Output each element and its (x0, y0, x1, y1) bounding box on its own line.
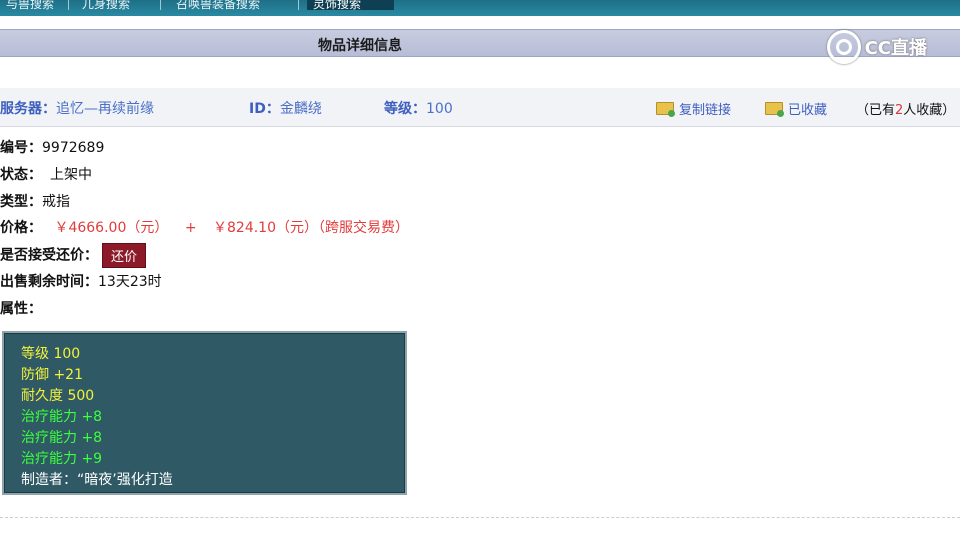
status-value: 上架中 (50, 167, 92, 183)
logo-text: CC直播 (864, 38, 927, 59)
attribute-line-defense: 防御 +21 (21, 367, 83, 383)
tab-pet-search[interactable]: 与兽搜索 (0, 0, 60, 10)
tab-divider (298, 0, 299, 10)
bargain-button[interactable]: 还价 (102, 243, 147, 268)
bargain-field: 是否接受还价： 还价 (0, 243, 147, 268)
item-summary-row: 服务器：追忆—再续前缘 ID：金麟绕 等级：100 复制链接 已收藏 （已有2人… (0, 88, 960, 127)
price-value: ￥4666.00（元） (54, 220, 169, 236)
page-title: 物品详细信息 (318, 38, 402, 54)
attribute-line-maker: 制造者：“暗夜’强化打造 (21, 472, 173, 488)
remaining-time-value: 13天23时 (98, 274, 162, 290)
bargain-label: 是否接受还价： (0, 247, 98, 264)
server-label: 服务器： (0, 101, 56, 117)
tab-accessory-search[interactable]: 灵饰搜索 (307, 0, 394, 10)
section-title-bar: 物品详细信息 (0, 29, 960, 57)
tab-divider (160, 0, 161, 10)
copy-link-button[interactable]: 复制链接 (656, 99, 731, 118)
type-label: 类型： (0, 194, 42, 210)
attribute-line-durability: 耐久度 500 (21, 388, 95, 404)
remaining-time-label: 出售剩余时间： (0, 274, 98, 290)
attribute-line-healing-1: 治疗能力 +8 (21, 409, 103, 425)
id-label: ID： (249, 101, 280, 117)
attribute-line-level: 等级 100 (21, 346, 81, 362)
tab-divider (68, 0, 69, 10)
cross-server-fee: ￥824.10（元）（跨服交易费） (213, 220, 409, 236)
copy-link-icon (656, 102, 675, 117)
item-number-label: 编号： (0, 140, 42, 156)
bottom-divider (0, 517, 960, 518)
attributes-label: 属性： (0, 301, 42, 317)
collect-count-suffix: 人收藏） (903, 103, 956, 118)
attribute-line-healing-2: 治疗能力 +8 (21, 430, 103, 446)
favorite-label: 已收藏 (788, 103, 828, 118)
tab-summon-equipment-search[interactable]: 召唤兽装备搜索 (170, 0, 266, 10)
copy-link-label: 复制链接 (679, 103, 732, 118)
attributes-field: 属性： (0, 298, 42, 318)
favorite-icon (765, 102, 784, 117)
item-number-field: 编号：9972689 (0, 137, 104, 157)
favorite-button[interactable]: 已收藏 (765, 99, 827, 118)
attribute-line-healing-3: 治疗能力 +9 (21, 451, 103, 467)
category-tab-bar: 与兽搜索 兀身搜索 召唤兽装备搜索 灵饰搜索 (0, 0, 960, 16)
type-value: 戒指 (42, 194, 70, 210)
type-field: 类型：戒指 (0, 191, 70, 211)
remaining-time-field: 出售剩余时间：13天23时 (0, 271, 162, 291)
status-label: 状态： (0, 167, 42, 183)
collect-count-prefix: （已有 (856, 103, 896, 118)
mouse-cursor-icon (594, 350, 610, 364)
collect-count: （已有2人收藏） (856, 99, 955, 118)
price-field: 价格： ￥4666.00（元） + ￥824.10（元）（跨服交易费） (0, 217, 409, 237)
tab-character-search[interactable]: 兀身搜索 (76, 0, 136, 10)
attribute-panel: 等级 100 防御 +21 耐久度 500 治疗能力 +8 治疗能力 +8 治疗… (2, 331, 407, 495)
id-info: ID：金麟绕 (249, 98, 322, 118)
item-number-value: 9972689 (42, 140, 105, 156)
watermark-logo: CC直播 (826, 30, 927, 64)
price-plus: + (184, 220, 197, 236)
level-label: 等级： (384, 101, 426, 117)
level-info: 等级：100 (384, 98, 453, 118)
server-value: 追忆—再续前缘 (56, 101, 154, 117)
cc-live-logo-icon (826, 30, 861, 64)
price-label: 价格： (0, 220, 42, 236)
id-value: 金麟绕 (279, 101, 322, 117)
level-value: 100 (426, 101, 453, 117)
server-info: 服务器：追忆—再续前缘 (0, 98, 154, 118)
status-field: 状态： 上架中 (0, 164, 92, 184)
